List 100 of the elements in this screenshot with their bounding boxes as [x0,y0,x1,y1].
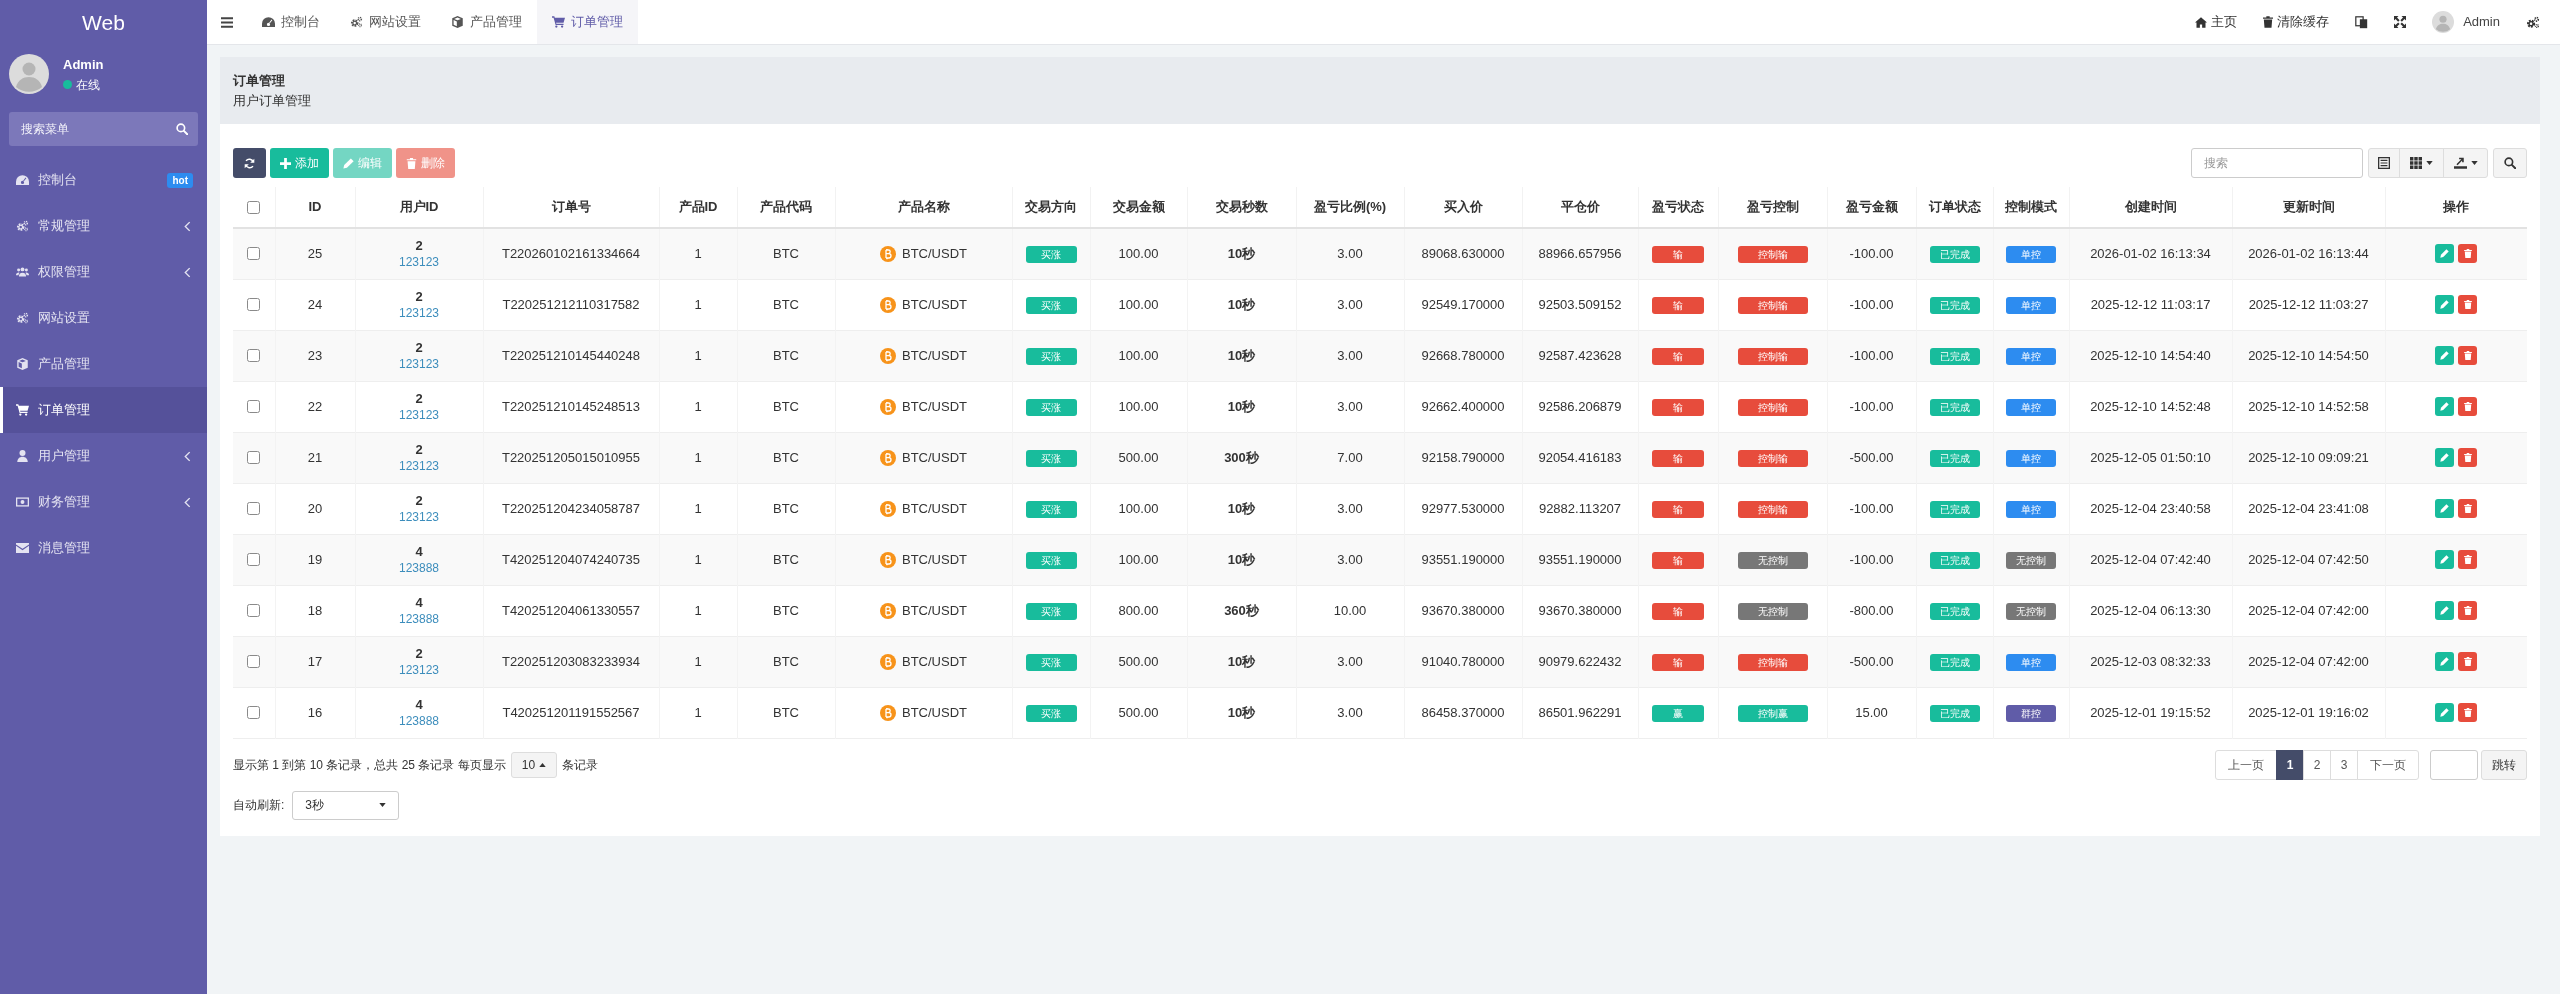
menu-item[interactable]: 财务管理 [0,479,207,525]
search-button[interactable] [2493,148,2527,178]
table-cell: 93670.380000 [1522,585,1638,636]
menu-item[interactable]: 订单管理 [0,387,207,433]
column-header: 用户ID [355,187,483,228]
edit-button[interactable] [2435,397,2455,416]
delete-button[interactable] [2458,601,2478,620]
next-page-button[interactable]: 下一页 [2357,749,2419,780]
column-header: 盈亏金额 [1827,187,1916,228]
page-button[interactable]: 3 [2330,749,2358,780]
pnl-status-badge: 输 [1652,449,1704,467]
clear-cache-link[interactable]: 清除缓存 [2250,0,2343,44]
page-button[interactable]: 2 [2303,749,2331,780]
columns-button[interactable] [2399,148,2444,178]
row-checkbox[interactable] [247,451,261,464]
page-jump-field[interactable] [2430,749,2478,780]
refresh-button[interactable] [233,148,266,178]
row-checkbox[interactable] [247,604,261,617]
user-link[interactable]: 123123 [398,355,439,372]
row-checkbox[interactable] [247,349,261,362]
edit-button[interactable] [2435,346,2455,365]
home-icon [2195,16,2208,28]
row-checkbox[interactable] [247,247,261,261]
edit-button[interactable] [2435,703,2455,722]
pnl-control-badge: 无控制 [1737,602,1808,620]
user-icon [16,450,29,462]
refresh-icon [244,157,255,169]
delete-button[interactable] [2458,652,2478,671]
delete-button[interactable] [2458,499,2478,518]
trash-icon [2263,16,2274,28]
overlapping-pages-icon[interactable] [2355,15,2369,29]
search-field[interactable]: 搜索 [2191,148,2363,178]
user-link[interactable]: 123123 [398,661,439,678]
expand-arrows-icon[interactable] [2394,16,2407,28]
row-checkbox[interactable] [247,502,261,515]
delete-button[interactable] [2458,550,2478,569]
auto-refresh-select[interactable]: 3秒 [292,790,400,820]
product-name: BTC/USDT [902,703,967,722]
menu-icon[interactable] [221,16,233,28]
order-status-badge: 已完成 [1929,347,1980,365]
menu-item[interactable]: 控制台 hot [0,157,207,203]
row-checkbox[interactable] [247,400,261,413]
user-link[interactable]: 123888 [398,610,439,627]
user-link[interactable]: 123123 [398,457,439,474]
menu-item[interactable]: 权限管理 [0,249,207,295]
nav-tab[interactable]: 订单管理 [537,0,638,44]
row-checkbox[interactable] [247,298,261,311]
row-checkbox[interactable] [247,553,261,566]
home-link[interactable]: 主页 [2182,0,2251,44]
user-menu[interactable]: Admin [2419,0,2513,44]
order-status-badge: 已完成 [1929,653,1980,671]
edit-button[interactable] [2435,499,2455,518]
edit-button[interactable] [2435,550,2455,569]
user-link[interactable]: 123888 [398,559,439,576]
table-cell: 10秒 [1187,636,1296,687]
user-link[interactable]: 123123 [398,406,439,423]
row-checkbox[interactable] [247,655,261,668]
delete-button[interactable] [2458,346,2478,365]
edit-button[interactable] [2435,601,2455,620]
menu-item[interactable]: 用户管理 [0,433,207,479]
menu-item[interactable]: 产品管理 [0,341,207,387]
user-link[interactable]: 123123 [398,304,439,321]
coin-icon [880,347,896,364]
prev-page-button[interactable]: 上一页 [2215,749,2277,780]
table-cell: 92054.416183 [1522,432,1638,483]
export-button[interactable] [2443,148,2488,178]
menu-item[interactable]: 消息管理 [0,525,207,571]
user-link[interactable]: 123123 [398,253,439,270]
select-all-checkbox[interactable] [247,200,261,214]
user-link[interactable]: 123888 [398,712,439,729]
table-cell: BTC [737,381,835,432]
trash-icon [2463,453,2472,462]
delete-button[interactable] [2458,448,2478,467]
user-link[interactable]: 123123 [398,508,439,525]
column-header: 订单号 [483,187,659,228]
table-cell: BTC [737,585,835,636]
page-size-button[interactable]: 10 [510,751,558,778]
table-cell: 2025-12-04 06:13:30 [2069,585,2232,636]
jump-button[interactable]: 跳转 [2481,749,2527,780]
row-checkbox[interactable] [247,706,261,719]
edit-button[interactable] [2435,244,2455,264]
list-view-button[interactable] [2368,148,2400,178]
menu-item[interactable]: 网站设置 [0,295,207,341]
pencil-icon [2440,657,2450,666]
menu-item[interactable]: 常规管理 [0,203,207,249]
delete-button[interactable] [2458,295,2478,314]
menu-search-field[interactable]: 搜索菜单 [9,112,198,146]
delete-button[interactable] [2458,397,2478,416]
table-cell: 90979.622432 [1522,636,1638,687]
page-button[interactable]: 1 [2276,749,2304,780]
settings-icon[interactable] [2526,15,2540,29]
product-name: BTC/USDT [902,346,967,365]
delete-button[interactable] [2458,244,2478,264]
order-status-badge: 已完成 [1929,398,1980,416]
table-cell: 100.00 [1090,381,1187,432]
edit-button[interactable] [2435,295,2455,314]
edit-button[interactable] [2435,448,2455,467]
edit-button[interactable] [2435,652,2455,671]
table-cell: BTC [737,687,835,738]
delete-button[interactable] [2458,703,2478,722]
